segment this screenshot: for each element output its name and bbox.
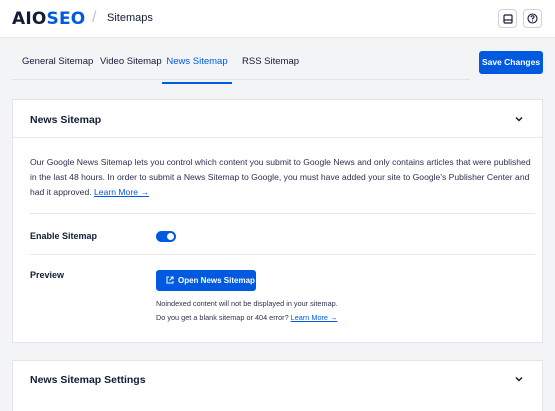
news-sitemap-description: Our Google News Sitemap lets you control… [30,155,535,199]
enable-sitemap-label: Enable Sitemap [30,231,98,241]
save-changes-button[interactable]: Save Changes [479,51,543,74]
divider [30,213,535,214]
card-title: News Sitemap Settings [30,374,146,386]
top-bar: AIOSEO / Sitemaps [0,0,555,38]
blank-sitemap-text: Do you get a blank sitemap or 404 error? [156,313,289,322]
chevron-down-icon[interactable] [514,374,524,384]
divider [30,254,535,255]
blank-sitemap-note: Do you get a blank sitemap or 404 error?… [156,313,337,322]
learn-more-link[interactable]: Learn More → [94,187,149,197]
logo-text-aio: AIO [12,9,47,29]
tab-rss-sitemap[interactable]: RSS Sitemap [242,38,299,84]
tab-general-sitemap[interactable]: General Sitemap [22,38,93,84]
preview-label: Preview [30,270,65,280]
breadcrumb-separator: / [92,9,97,26]
aioseo-logo[interactable]: AIOSEO [12,9,85,29]
news-sitemap-settings-card[interactable]: News Sitemap Settings [12,360,543,411]
sitemap-tabs: General Sitemap Video Sitemap News Sitem… [0,38,555,88]
learn-more-404-link[interactable]: Learn More → [291,313,338,322]
logo-text-seo: SEO [46,9,86,29]
open-news-sitemap-button[interactable]: Open News Sitemap [156,270,256,291]
external-link-icon [166,276,174,284]
tab-news-sitemap[interactable]: News Sitemap [162,38,232,84]
noindex-note: Noindexed content will not be displayed … [156,299,338,308]
breadcrumb: Sitemaps [107,12,153,24]
open-news-sitemap-label: Open News Sitemap [178,276,255,285]
help-icon[interactable] [523,9,542,28]
enable-sitemap-toggle[interactable] [156,231,176,242]
chevron-down-icon[interactable] [514,114,524,124]
notifications-icon[interactable] [498,9,517,28]
card-title: News Sitemap [30,114,102,126]
tab-video-sitemap[interactable]: Video Sitemap [100,38,162,84]
news-sitemap-card: News Sitemap Our Google News Sitemap let… [12,99,543,343]
tabs-divider [12,79,470,80]
card-header-divider [13,137,542,138]
